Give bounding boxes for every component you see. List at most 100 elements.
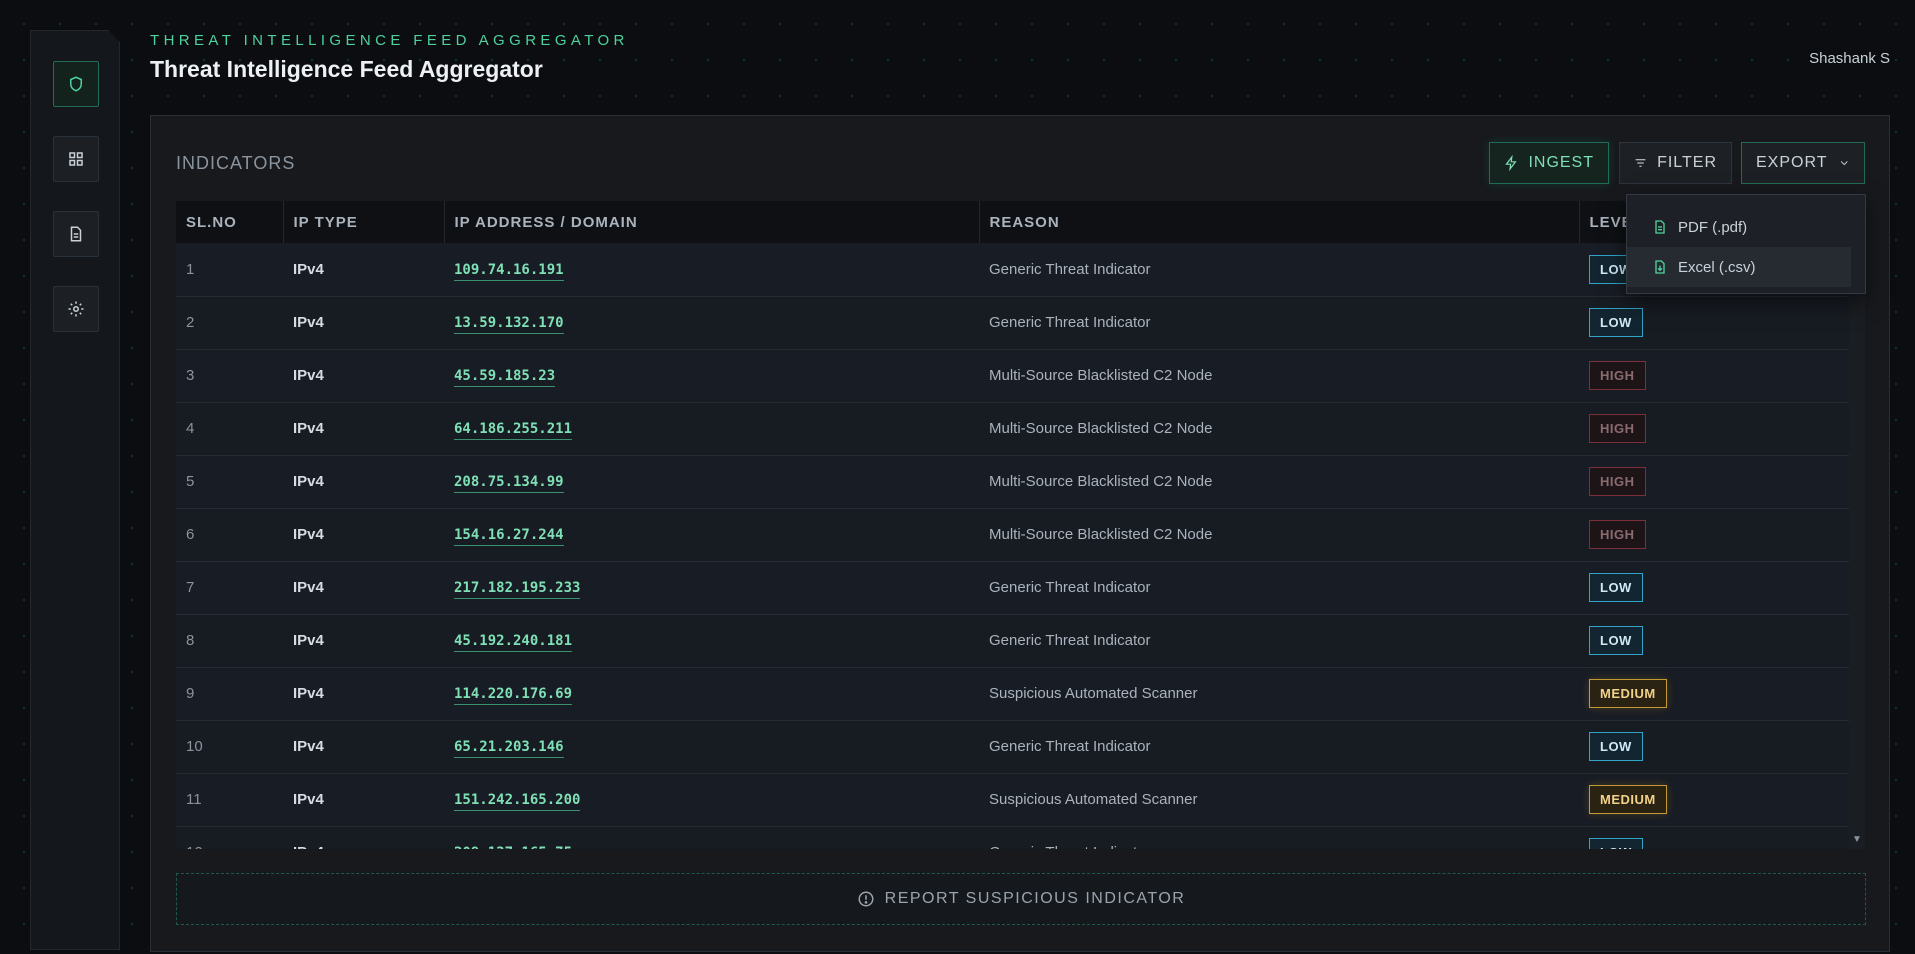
cell-ip-type: IPv4 [283, 773, 444, 827]
table-row[interactable]: 12IPv4 209.137.165.75 Generic Threat Indic… [176, 826, 1849, 849]
ingest-button[interactable]: INGEST [1489, 142, 1609, 184]
cell-reason: Generic Threat Indicator [979, 296, 1579, 350]
chevron-down-icon [1840, 161, 1848, 166]
cell-ip: 151.242.165.200 [444, 773, 979, 827]
scroll-down-arrow-icon[interactable]: ▼ [1852, 835, 1862, 845]
filter-label: FILTER [1657, 154, 1717, 171]
ip-link[interactable]: 151.242.165.200 [454, 792, 581, 811]
cell-reason: Multi-Source Blacklisted C2 Node [979, 402, 1579, 456]
cell-ip-type: IPv4 [283, 667, 444, 721]
cell-sl: 9 [176, 667, 283, 721]
indicators-table: SL.NO IP TYPE IP ADDRESS / DOMAIN REASON… [176, 201, 1866, 849]
cell-sl: 6 [176, 508, 283, 562]
header-type[interactable]: IP TYPE [283, 201, 445, 243]
export-csv-option[interactable]: Excel (.csv) [1627, 247, 1851, 287]
cell-reason: Multi-Source Blacklisted C2 Node [979, 508, 1579, 562]
level-badge: MEDIUM [1589, 785, 1667, 814]
table-row[interactable]: 8 IPv4 45.192.240.181 Generic Threat Indica… [176, 614, 1849, 668]
ip-link[interactable]: 154.16.27.244 [454, 527, 564, 546]
ip-link[interactable]: 217.182.195.233 [454, 580, 581, 599]
ip-link[interactable]: 64.186.255.211 [454, 421, 573, 440]
table-row[interactable]: 1 IPv4 109.74.16.191 Generic Threat Indicat… [176, 243, 1849, 297]
cell-sl: 4 [176, 402, 283, 456]
table-row[interactable]: 2 IPv4 13.59.132.170 Generic Threat Indicat… [176, 296, 1849, 350]
table-row[interactable]: 4 IPv4 64.186.255.211 Multi-Source Blacklis… [176, 402, 1849, 456]
cell-ip-type: IPv4 [283, 614, 444, 668]
table-scrollbar[interactable]: ▲ ▼ [1849, 201, 1865, 849]
shield-icon [70, 76, 82, 92]
ip-link[interactable]: 114.220.176.69 [454, 686, 573, 705]
cell-sl: 1 [176, 243, 283, 297]
cell-ip: 209.137.165.75 [444, 826, 979, 849]
cell-level: LOW [1579, 561, 1849, 615]
ip-link[interactable]: 45.192.240.181 [454, 633, 573, 652]
table-row[interactable]: 9 IPv4 114.220.176.69 Suspicious Automated … [176, 667, 1849, 721]
gear-icon [68, 301, 84, 317]
table-row[interactable]: 10 IPv4 65.21.203.146 Generic Threat Indica… [176, 720, 1849, 774]
table-row[interactable]: 11 IPv4 151.242.165.200 Suspicious Automate… [176, 773, 1849, 827]
table-header-row: SL.NO IP TYPE IP ADDRESS / DOMAIN REASON… [176, 201, 1850, 243]
header-reason[interactable]: REASON [979, 201, 1580, 243]
ip-link[interactable]: 65.21.203.146 [454, 739, 564, 758]
sidebar-item-shield[interactable] [53, 61, 99, 107]
cell-ip: 45.59.185.23 [444, 349, 979, 403]
level-badge: HIGH [1589, 414, 1646, 443]
export-pdf-label: PDF (.pdf) [1678, 218, 1748, 236]
cell-ip-type: IPv4 [283, 243, 444, 297]
ip-link[interactable]: 109.74.16.191 [454, 261, 564, 281]
report-suspicious-button[interactable]: REPORT SUSPICIOUS INDICATOR [176, 873, 1866, 925]
table-row[interactable]: 5 IPv4 208.75.134.99 Multi-Source Blacklist… [176, 455, 1849, 509]
level-badge: LOW [1589, 732, 1643, 761]
cell-ip-type: IPv4 [283, 720, 444, 774]
cell-level: HIGH [1579, 402, 1849, 456]
ip-link[interactable]: 45.59.185.23 [454, 368, 556, 387]
cell-level: MEDIUM [1579, 773, 1849, 827]
cell-reason: Generic Threat Indicator [979, 826, 1579, 849]
export-dropdown: PDF (.pdf) Excel (.csv) [1626, 194, 1866, 294]
cell-ip-type: IPv4 [283, 296, 444, 350]
level-badge: HIGH [1589, 467, 1646, 496]
export-pdf-option[interactable]: PDF (.pdf) [1627, 207, 1851, 247]
table-row[interactable]: 7 IPv4 217.182.195.233 Generic Threat Indic… [176, 561, 1849, 615]
sidebar [30, 30, 120, 950]
alert-circle-icon [858, 891, 874, 907]
cell-level: LOW [1579, 826, 1849, 849]
download-file-icon [1655, 260, 1665, 274]
sidebar-item-reports[interactable] [53, 211, 99, 257]
cell-ip: 45.192.240.181 [444, 614, 979, 668]
cell-sl: 11 [176, 773, 283, 827]
header-ip[interactable]: IP ADDRESS / DOMAIN [444, 201, 980, 243]
filter-button[interactable]: FILTER [1619, 142, 1732, 184]
cell-reason: Generic Threat Indicator [979, 614, 1579, 668]
cell-reason: Suspicious Automated Scanner [979, 667, 1579, 721]
pdf-file-icon [1655, 220, 1665, 234]
sidebar-item-dashboard[interactable] [53, 136, 99, 182]
table-row[interactable]: 6 IPv4 154.16.27.244 Multi-Source Blacklist… [176, 508, 1849, 562]
cell-ip: 109.74.16.191 [444, 243, 979, 297]
indicators-panel: INDICATORS INGEST FILTER EXPORT SL.NO IP… [150, 115, 1890, 952]
app-eyebrow: THREAT INTELLIGENCE FEED AGGREGATOR [150, 32, 629, 49]
cell-ip-type: IPv4 [283, 349, 444, 403]
level-badge: HIGH [1589, 361, 1646, 390]
cell-ip: 154.16.27.244 [444, 508, 979, 562]
table-row[interactable]: 3 IPv4 45.59.185.23 Multi-Source Blackliste… [176, 349, 1849, 403]
cell-ip-type: IPv4 [283, 402, 444, 456]
cell-level: HIGH [1579, 349, 1849, 403]
export-csv-label: Excel (.csv) [1678, 258, 1756, 276]
cell-ip: 208.75.134.99 [444, 455, 979, 509]
cell-reason: Multi-Source Blacklisted C2 Node [979, 455, 1579, 509]
cell-ip: 217.182.195.233 [444, 561, 979, 615]
cell-sl: 12 [176, 826, 283, 849]
ip-link[interactable]: 209.137.165.75 [454, 845, 573, 849]
ip-link[interactable]: 13.59.132.170 [454, 315, 564, 334]
header-sl[interactable]: SL.NO [176, 201, 284, 243]
ip-link[interactable]: 208.75.134.99 [454, 474, 564, 493]
cell-sl: 5 [176, 455, 283, 509]
cell-ip-type: IPv4 [283, 455, 444, 509]
user-name[interactable]: Shashank S [1809, 50, 1890, 67]
sidebar-item-settings[interactable] [53, 286, 99, 332]
export-button[interactable]: EXPORT [1741, 142, 1865, 184]
level-badge: LOW [1589, 626, 1643, 655]
ingest-label: INGEST [1528, 154, 1594, 171]
cell-sl: 3 [176, 349, 283, 403]
